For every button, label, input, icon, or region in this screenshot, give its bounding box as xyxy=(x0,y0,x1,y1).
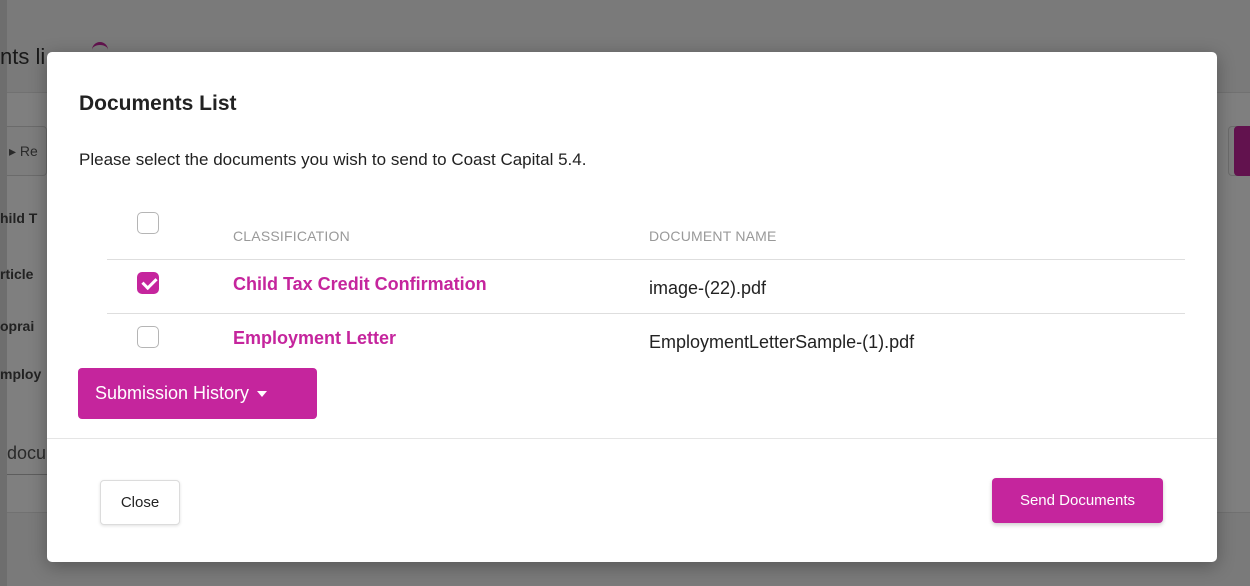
table-row: Child Tax Credit Confirmation image-(22)… xyxy=(107,260,1185,314)
select-all-checkbox[interactable] xyxy=(137,212,159,234)
document-name: EmploymentLetterSample-(1).pdf xyxy=(649,332,915,352)
document-name: image-(22).pdf xyxy=(649,278,767,298)
column-header-document-name: DOCUMENT NAME xyxy=(649,228,777,244)
documents-list-modal: Documents List Please select the documen… xyxy=(47,52,1217,562)
table-row: Employment Letter EmploymentLetterSample… xyxy=(107,314,1185,364)
close-button[interactable]: Close xyxy=(100,480,180,525)
column-header-classification: CLASSIFICATION xyxy=(233,228,350,244)
caret-down-icon xyxy=(257,391,268,398)
submission-history-dropdown[interactable]: Submission History xyxy=(78,368,317,419)
table-header-row: CLASSIFICATION DOCUMENT NAME xyxy=(107,208,1185,260)
modal-description: Please select the documents you wish to … xyxy=(79,150,587,169)
row-checkbox[interactable] xyxy=(137,326,159,348)
documents-table: CLASSIFICATION DOCUMENT NAME Child Tax C… xyxy=(107,208,1185,364)
submission-history-label: Submission History xyxy=(95,383,250,403)
row-checkbox[interactable] xyxy=(137,272,159,294)
modal-title: Documents List xyxy=(79,92,237,115)
send-documents-button[interactable]: Send Documents xyxy=(992,478,1163,523)
classification-link[interactable]: Child Tax Credit Confirmation xyxy=(233,274,487,295)
classification-link[interactable]: Employment Letter xyxy=(233,328,396,349)
modal-divider xyxy=(47,438,1217,439)
